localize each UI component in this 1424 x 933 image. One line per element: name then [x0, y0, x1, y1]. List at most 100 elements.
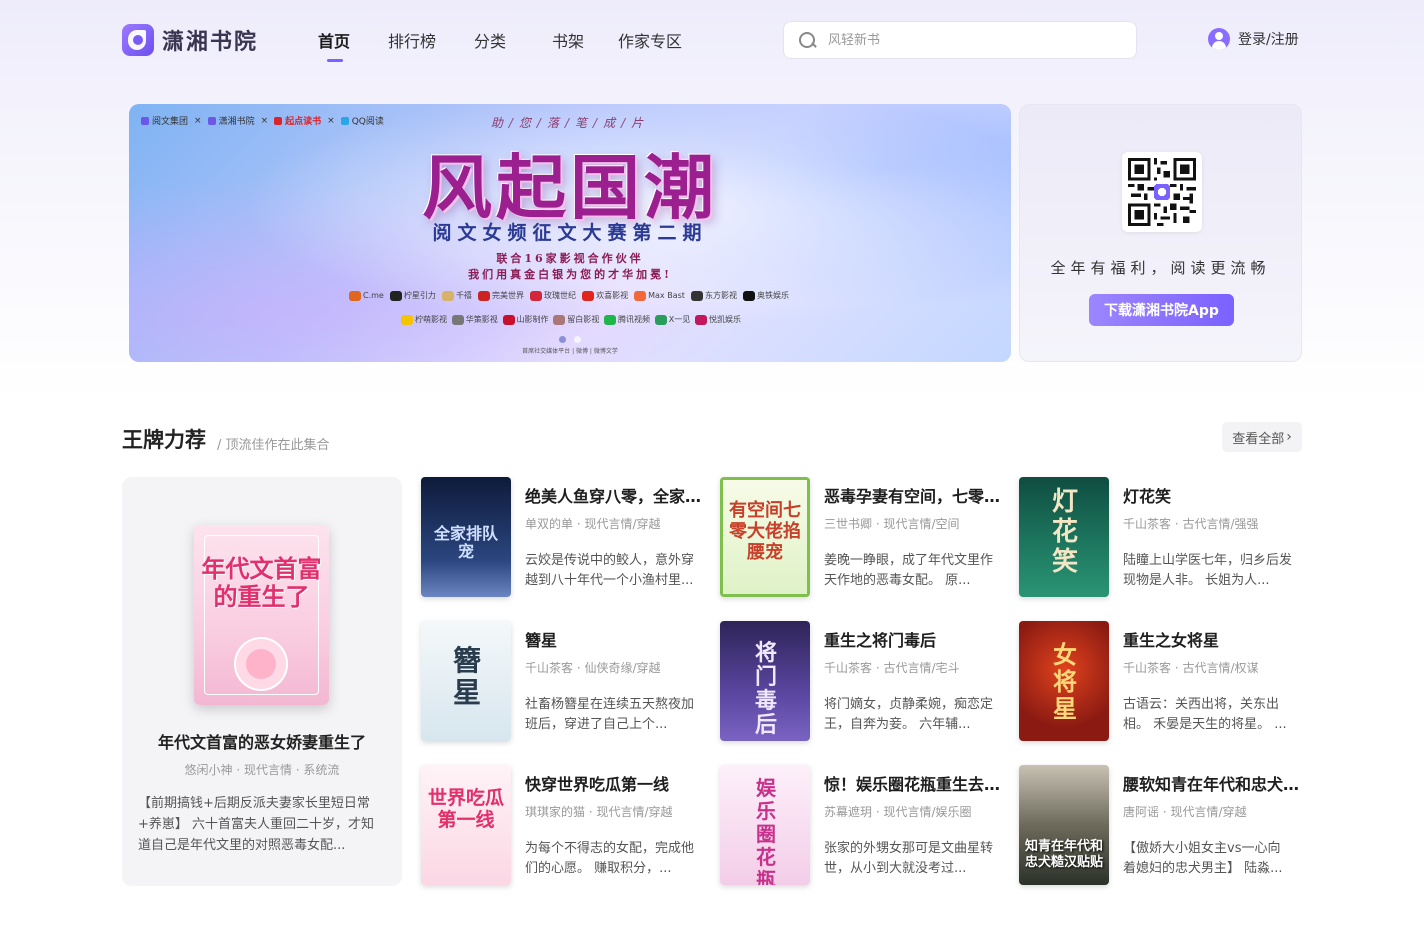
- sponsor-logo: 柠萌影视: [401, 314, 447, 325]
- sponsor-logo: 欢喜影视: [582, 290, 628, 301]
- book-title[interactable]: 腰软知青在年代和忠犬糙汉贴贴: [1123, 771, 1301, 795]
- banner-line-2: 我们用真金白银为您的才华加冕!: [468, 268, 672, 281]
- book-meta: 苏幕遮玥 · 现代言情/娱乐圈: [824, 805, 972, 819]
- top-header: 潇湘书院 首页 排行榜 分类 书架 作家专区 登录/注册: [0, 0, 1424, 80]
- section-subtitle: / 顶流佳作在此集合: [217, 438, 330, 453]
- sponsor-logo: 完美世界: [477, 290, 524, 301]
- download-app-button[interactable]: 下载潇湘书院App: [1089, 294, 1234, 326]
- logo-text: 潇湘书院: [162, 30, 259, 55]
- section-title: 王牌力荐: [122, 428, 206, 452]
- book-title[interactable]: 簪星: [525, 627, 703, 651]
- sponsor-logo: 腾讯视频: [604, 314, 650, 325]
- nav-home[interactable]: 首页: [318, 28, 352, 58]
- featured-book-title[interactable]: 年代文首富的恶女娇妻重生了: [122, 729, 402, 753]
- book-desc: 为每个不得志的女配，完成他们的心愿。 赚取积分，...: [525, 841, 695, 876]
- banner-sponsor-row-2: 柠萌影视 华策影视 山影制作 留白影视 腾讯视频 X一见 悦凯娱乐: [401, 314, 741, 325]
- book-desc: 陆瞳上山学医七年，归乡后发现物是人非。 长姐为人...: [1123, 553, 1293, 588]
- sponsor-logo: Max Bast: [634, 290, 685, 301]
- book-desc: 将门嫡女，贞静柔婉，痴恋定王，自奔为妾。 六年辅...: [824, 697, 994, 732]
- book-item[interactable]: 世界吃瓜第一线 快穿世界吃瓜第一线 琪琪家的猫 · 现代言情/穿越 为每个不得志…: [421, 765, 703, 885]
- qr-code-icon: [1122, 152, 1202, 232]
- login-link[interactable]: 登录/注册: [1208, 28, 1299, 50]
- book-title[interactable]: 重生之将门毒后: [824, 627, 1002, 651]
- banner-sponsor-row-1: C.me 柠星引力 千禧 完美世界 玫瑰世纪 欢喜影视 Max Bast 东方影…: [349, 290, 789, 301]
- chevron-right-icon: ›: [1286, 429, 1292, 445]
- book-desc: 古语云：关西出将，关东出相。 禾晏是天生的将星。 ...: [1123, 697, 1287, 732]
- book-cover[interactable]: 女将星: [1019, 621, 1109, 741]
- carousel-dot-2[interactable]: [574, 336, 581, 343]
- book-desc: 云姣是传说中的鲛人，意外穿越到八十年代一个小渔村里...: [525, 553, 695, 588]
- nav-categories[interactable]: 分类: [474, 28, 508, 58]
- book-title[interactable]: 灯花笑: [1123, 483, 1301, 507]
- book-item[interactable]: 灯花笑 灯花笑 千山茶客 · 古代言情/强强 陆瞳上山学医七年，归乡后发现物是人…: [1019, 477, 1301, 597]
- book-title[interactable]: 快穿世界吃瓜第一线: [525, 771, 703, 795]
- search-icon[interactable]: [798, 31, 816, 49]
- book-cover[interactable]: 灯花笑: [1019, 477, 1109, 597]
- book-meta: 千山茶客 · 仙侠奇缘/穿越: [525, 661, 661, 675]
- view-all-button[interactable]: 查看全部 ›: [1222, 422, 1302, 452]
- promo-banner[interactable]: 阅文集团 × 潇湘书院 × 起点读书 × QQ阅读 助/您/落/笔/成/片 风起国潮 …: [129, 104, 1011, 362]
- book-desc: 张家的外甥女那可是文曲星转世，从小到大就没考过...: [824, 841, 994, 876]
- carousel-dot-1[interactable]: [559, 336, 566, 343]
- book-cover[interactable]: 全家排队宠: [421, 477, 511, 597]
- nav-bookshelf[interactable]: 书架: [552, 28, 586, 58]
- book-desc: 姜晚一睁眼，成了年代文里作天作地的恶毒女配。 原...: [824, 553, 994, 588]
- sponsor-logo: 奥铁娱乐: [743, 290, 789, 301]
- book-cover[interactable]: 将门毒后: [720, 621, 810, 741]
- site-logo[interactable]: 潇湘书院: [122, 24, 258, 56]
- nav-rankings[interactable]: 排行榜: [388, 28, 438, 58]
- app-slogan: 全年有福利，阅读更流畅: [1050, 259, 1271, 277]
- book-cover[interactable]: 娱乐圈花瓶: [720, 765, 810, 885]
- logo-icon: [122, 24, 154, 56]
- sponsor-logo: C.me: [349, 290, 384, 301]
- search-box[interactable]: [783, 21, 1137, 59]
- banner-subtitle: 阅文女频征文大赛第二期: [432, 222, 708, 244]
- featured-book-desc: 【前期搞钱+后期反派夫妻家长里短日常+养崽】 六十首富夫人重回二十岁，才知道自己…: [138, 796, 375, 853]
- search-input[interactable]: [828, 32, 1108, 48]
- book-item[interactable]: 女将星 重生之女将星 千山茶客 · 古代言情/权谋 古语云：关西出将，关东出相。…: [1019, 621, 1301, 741]
- book-title[interactable]: 重生之女将星: [1123, 627, 1301, 651]
- featured-book-meta: 悠闲小神 · 现代言情 · 系统流: [184, 763, 340, 777]
- sponsor-logo: 留白影视: [553, 314, 599, 325]
- book-cover[interactable]: 世界吃瓜第一线: [421, 765, 511, 885]
- book-title[interactable]: 惊！娱乐圈花瓶重生去做科学家了: [824, 771, 1002, 795]
- book-desc: 【傲娇大小姐女主vs一心向着媳妇的忠犬男主】 陆淼...: [1123, 841, 1283, 876]
- banner-carousel-dots: [129, 336, 1011, 343]
- book-meta: 唐阿谣 · 现代言情/穿越: [1123, 805, 1247, 819]
- sponsor-logo: 柠星引力: [389, 290, 436, 301]
- book-cover[interactable]: 知青在年代和忠犬糙汉贴贴: [1019, 765, 1109, 885]
- login-register-text: 登录/注册: [1238, 32, 1299, 48]
- book-meta: 三世书卿 · 现代言情/空间: [824, 517, 960, 531]
- book-meta: 千山茶客 · 古代言情/强强: [1123, 517, 1259, 531]
- sponsor-logo: 千禧: [441, 290, 472, 301]
- featured-book-cover[interactable]: 年代文首富的重生了: [194, 525, 329, 705]
- sponsor-logo: 东方影视: [690, 290, 737, 301]
- book-item[interactable]: 知青在年代和忠犬糙汉贴贴 腰软知青在年代和忠犬糙汉贴贴 唐阿谣 · 现代言情/穿…: [1019, 765, 1301, 885]
- sponsor-logo: 山影制作: [502, 314, 549, 325]
- book-item[interactable]: 有空间七零大佬掐腰宠 恶毒孕妻有空间，七零大佬掐腰宠 三世书卿 · 现代言情/空…: [720, 477, 1002, 597]
- book-meta: 单双的单 · 现代言情/穿越: [525, 517, 661, 531]
- book-meta: 千山茶客 · 古代言情/宅斗: [824, 661, 960, 675]
- book-meta: 琪琪家的猫 · 现代言情/穿越: [525, 805, 673, 819]
- sponsor-logo: 悦凯娱乐: [694, 314, 741, 325]
- book-item[interactable]: 娱乐圈花瓶 惊！娱乐圈花瓶重生去做科学家了 苏幕遮玥 · 现代言情/娱乐圈 张家…: [720, 765, 1002, 885]
- banner-footer-text: 首席社交媒体平台 | 微博 | 微博文学: [522, 348, 618, 355]
- book-item[interactable]: 全家排队宠 绝美人鱼穿八零，全家排队宠我 单双的单 · 现代言情/穿越 云姣是传…: [421, 477, 703, 597]
- book-cover[interactable]: 有空间七零大佬掐腰宠: [720, 477, 810, 597]
- sponsor-logo: 华策影视: [451, 314, 498, 325]
- banner-line-1: 联合16家影视合作伙伴: [496, 252, 644, 265]
- nav-author-zone[interactable]: 作家专区: [618, 28, 688, 58]
- book-cover[interactable]: 簪星: [421, 621, 511, 741]
- book-item[interactable]: 将门毒后 重生之将门毒后 千山茶客 · 古代言情/宅斗 将门嫡女，贞静柔婉，痴恋…: [720, 621, 1002, 741]
- sponsor-logo: 玫瑰世纪: [530, 290, 576, 301]
- book-title[interactable]: 绝美人鱼穿八零，全家排队宠我: [525, 483, 703, 507]
- book-meta: 千山茶客 · 古代言情/权谋: [1123, 661, 1259, 675]
- view-all-label: 查看全部: [1232, 431, 1285, 447]
- book-title[interactable]: 恶毒孕妻有空间，七零大佬掐腰宠: [824, 483, 1002, 507]
- book-item[interactable]: 簪星 簪星 千山茶客 · 仙侠奇缘/穿越 社畜杨簪星在连续五天熬夜加班后，穿进了…: [421, 621, 703, 741]
- featured-book-card[interactable]: 年代文首富的重生了 年代文首富的恶女娇妻重生了 悠闲小神 · 现代言情 · 系统…: [122, 477, 402, 886]
- featured-cover-title: 年代文首富的重生了: [201, 554, 322, 611]
- user-avatar-icon: [1208, 28, 1230, 50]
- app-download-card: 全年有福利，阅读更流畅 下载潇湘书院App: [1019, 104, 1302, 362]
- main-nav: 首页 排行榜 分类 书架 作家专区: [318, 28, 688, 58]
